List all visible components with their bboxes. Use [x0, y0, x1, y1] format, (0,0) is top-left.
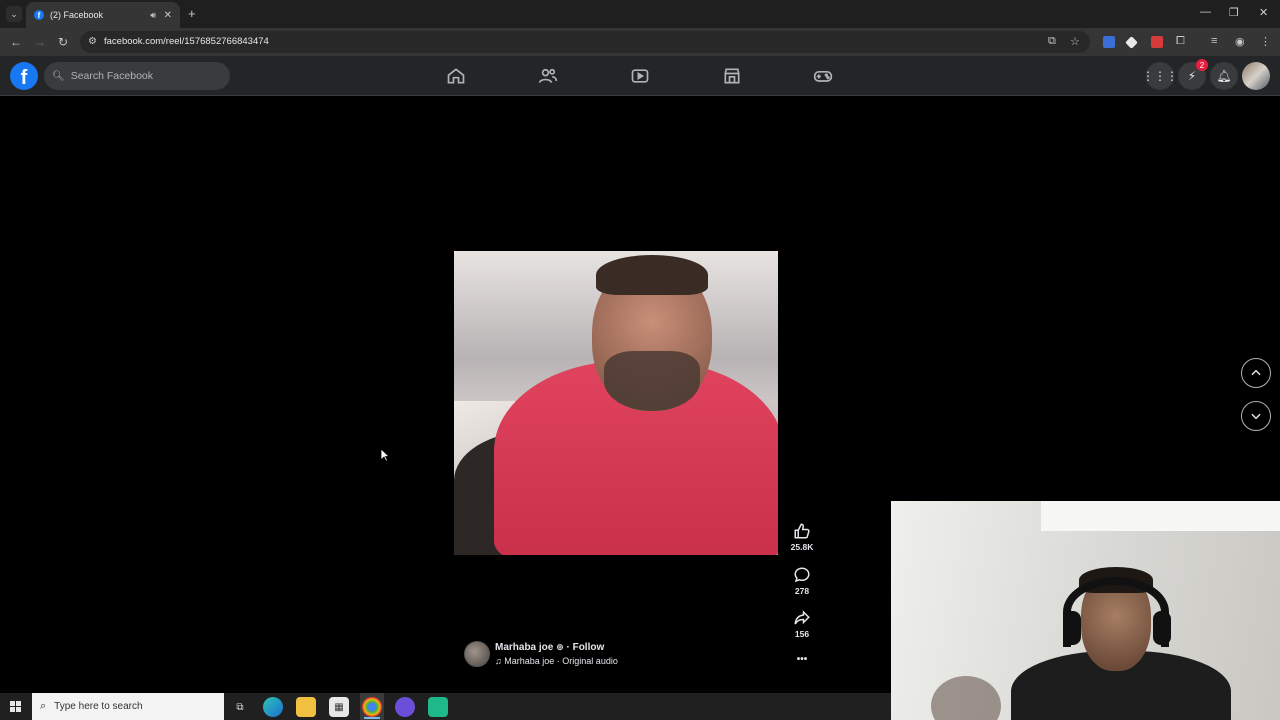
audio-text: Marhaba joe · Original audio [504, 656, 618, 666]
webcam-overlay [891, 501, 1280, 720]
audio-line[interactable]: ♫ Marhaba joe · Original audio [495, 656, 618, 666]
author-avatar[interactable] [464, 641, 490, 667]
comment-button[interactable]: 278 [782, 566, 822, 596]
back-icon[interactable]: ← [10, 35, 22, 49]
like-button[interactable]: 25.8K [782, 522, 822, 552]
more-dots-icon: ••• [796, 654, 808, 665]
restore-window-icon[interactable]: ❐ [1229, 6, 1239, 19]
webcam-headset-cup-left [1063, 611, 1081, 645]
reel-video[interactable] [454, 251, 778, 555]
media-controls-icon[interactable]: ≡ [1211, 35, 1217, 47]
webcam-headset-cup-right [1153, 611, 1171, 645]
reload-icon[interactable]: ↻ [58, 35, 68, 49]
more-options-button[interactable]: ••• [782, 654, 822, 665]
task-view-icon[interactable]: ⧉ [230, 697, 250, 717]
facebook-top-nav: f 🔍︎ Search Facebook ⋮⋮⋮ ⚡︎ 🔔︎ [0, 56, 1280, 96]
browser-menu-icon[interactable]: ⋮ [1260, 35, 1271, 48]
video-beard [604, 351, 700, 411]
menu-grid-icon[interactable]: ⋮⋮⋮ [1142, 62, 1178, 90]
share-button[interactable]: 156 [782, 609, 822, 639]
chevron-up-icon [1251, 369, 1261, 376]
share-count: 156 [794, 629, 810, 639]
music-note-icon: ♫ [495, 656, 502, 666]
extension-red-icon[interactable] [1151, 36, 1163, 48]
extensions-puzzle-icon[interactable]: ⧠ [1176, 35, 1185, 48]
file-explorer-icon[interactable] [296, 697, 316, 717]
next-reel-button[interactable] [1241, 401, 1271, 431]
taskbar-search-input[interactable]: ⌕ Type here to search [32, 693, 224, 720]
separator-dot: · [566, 642, 570, 653]
taskbar-active-indicator [364, 717, 380, 719]
browser-tab-strip: ⌄ f (2) Facebook 🔊︎ ✕ + — ❐ ✕ [0, 0, 1280, 28]
minimize-window-icon[interactable]: — [1200, 6, 1211, 18]
notifications-bell-icon[interactable]: 🔔︎ [1210, 62, 1238, 90]
marketplace-icon[interactable] [722, 66, 742, 86]
tab-search-chevron-icon[interactable]: ⌄ [6, 6, 22, 22]
edge-browser-icon[interactable] [263, 697, 283, 717]
author-name[interactable]: Marhaba joe [495, 642, 553, 653]
store-icon[interactable]: ▦ [329, 697, 349, 717]
video-hair [596, 255, 708, 295]
taskbar-search-icon: ⌕ [40, 700, 47, 712]
friends-icon[interactable] [538, 66, 558, 86]
tab-title: (2) Facebook [50, 10, 104, 20]
comment-count: 278 [794, 586, 810, 596]
globe-icon: ⊕ [556, 642, 564, 652]
webcam-ceiling [1041, 501, 1280, 531]
previous-reel-button[interactable] [1241, 358, 1271, 388]
facebook-logo-icon[interactable]: f [10, 62, 38, 90]
facebook-logo-letter: f [20, 67, 28, 89]
tab-close-icon[interactable]: ✕ [164, 10, 172, 21]
video-icon[interactable] [630, 66, 650, 86]
site-info-icon[interactable]: ⚙︎ [88, 36, 97, 47]
extension-diamond-icon[interactable] [1125, 36, 1138, 49]
purple-app-icon[interactable] [395, 697, 415, 717]
speaker-icon[interactable]: 🔊︎ [150, 10, 156, 21]
browser-tab-facebook[interactable]: f (2) Facebook 🔊︎ ✕ [26, 2, 180, 28]
follow-button[interactable]: Follow [573, 642, 605, 653]
translate-extension-icon[interactable] [1103, 36, 1115, 48]
install-app-icon[interactable]: ⧉ [1048, 35, 1056, 48]
chrome-browser-icon[interactable] [362, 697, 382, 717]
comment-bubble-icon [794, 567, 810, 583]
facebook-search-placeholder: Search Facebook [70, 70, 154, 82]
chevron-down-icon [1251, 413, 1261, 420]
taskbar-search-placeholder: Type here to search [54, 701, 143, 712]
address-bar[interactable]: ⚙︎ facebook.com/reel/1576852766843474 [80, 31, 1090, 53]
facebook-search-input[interactable]: 🔍︎ Search Facebook [44, 62, 230, 90]
close-window-icon[interactable]: ✕ [1259, 6, 1268, 19]
browser-toolbar: ← → ↻ ⚙︎ facebook.com/reel/1576852766843… [0, 28, 1280, 56]
share-arrow-icon [794, 610, 810, 625]
green-app-icon[interactable] [428, 697, 448, 717]
search-icon: 🔍︎ [52, 70, 65, 82]
home-icon[interactable] [446, 66, 466, 86]
thumbs-up-icon [794, 523, 810, 539]
account-avatar[interactable] [1242, 62, 1270, 90]
bookmark-star-icon[interactable]: ☆ [1070, 35, 1080, 48]
facebook-favicon-icon: f [34, 10, 44, 20]
like-count: 25.8K [790, 542, 814, 552]
new-tab-button[interactable]: + [188, 6, 196, 21]
forward-icon[interactable]: → [34, 35, 46, 49]
windows-start-icon[interactable] [10, 701, 21, 712]
messenger-badge: 2 [1196, 59, 1208, 71]
gaming-icon[interactable] [813, 66, 833, 86]
mouse-cursor-icon [380, 448, 390, 462]
author-line: Marhaba joe ⊕ · Follow [495, 642, 604, 653]
profile-icon[interactable]: ◉ [1235, 35, 1245, 48]
url-text: facebook.com/reel/1576852766843474 [104, 36, 269, 47]
